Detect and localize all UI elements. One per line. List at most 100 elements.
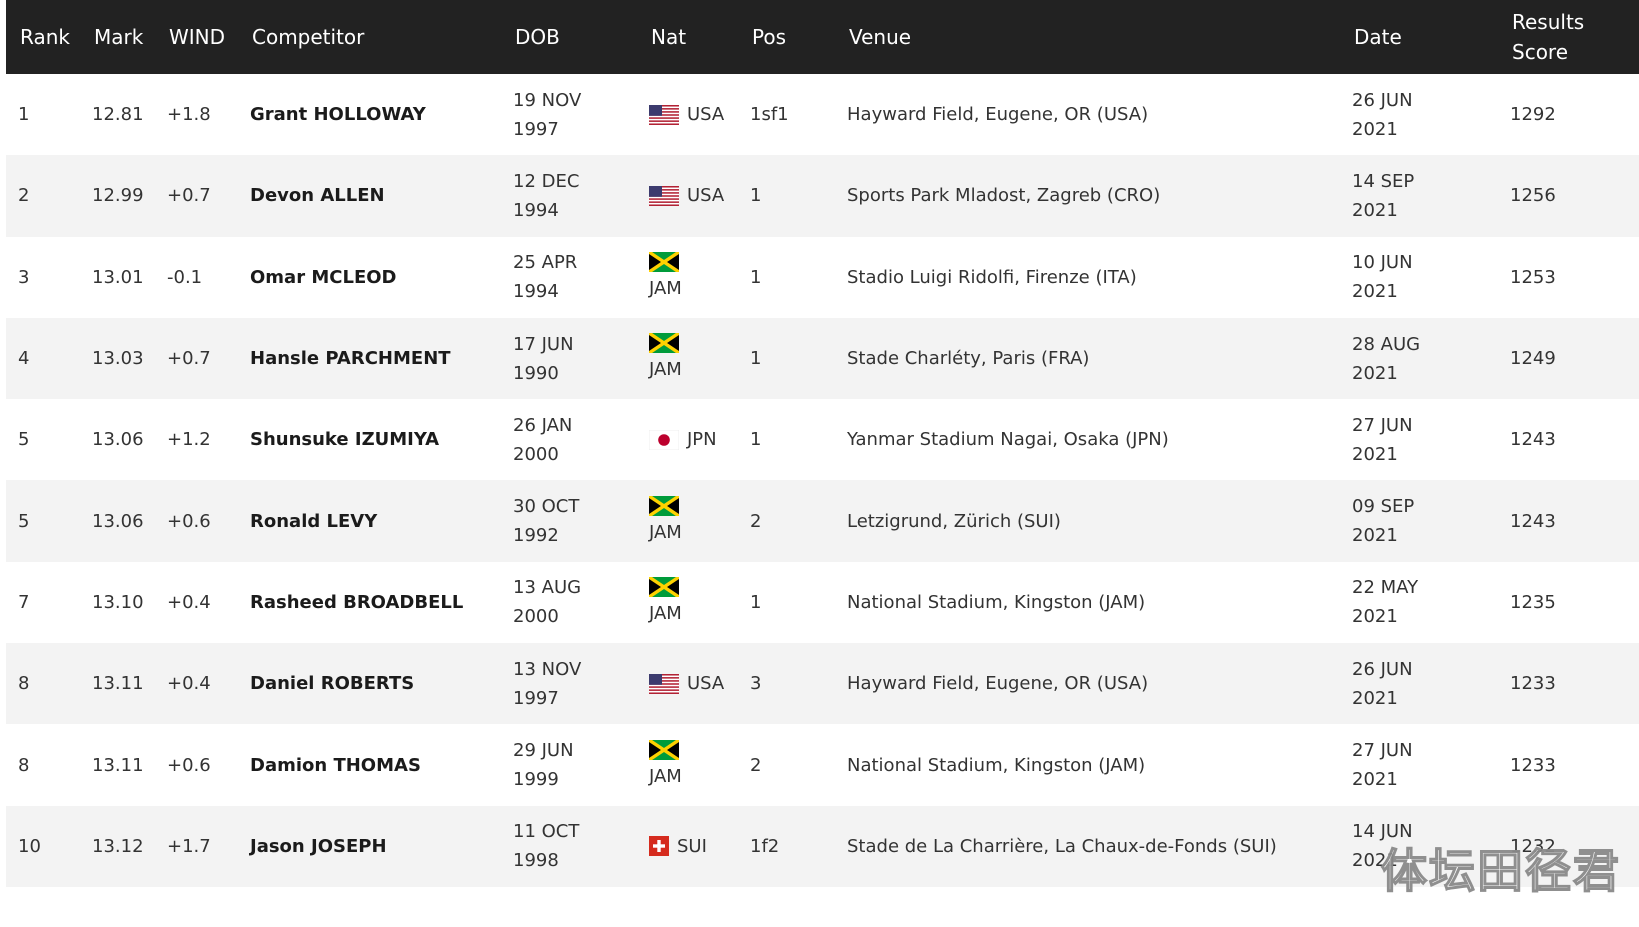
rank-cell: 10 <box>18 835 41 857</box>
pos-cell: 1 <box>750 591 762 613</box>
pos-cell: 1 <box>750 185 762 207</box>
date-year: 2021 <box>1352 443 1398 465</box>
mark-cell: 13.06 <box>92 429 144 451</box>
venue-cell: Hayward Field, Eugene, OR (USA) <box>847 673 1149 695</box>
mark-cell: 13.11 <box>92 754 144 776</box>
pos-cell: 2 <box>750 510 762 532</box>
rank-cell: 8 <box>18 673 30 695</box>
table-row[interactable]: 7 13.10 +0.4 Rasheed BROADBELL 13 AUG 2000 JAM… <box>6 561 1639 644</box>
usa-flag-icon <box>649 185 679 206</box>
date-day-month: 26 JUN <box>1352 658 1413 680</box>
date-year: 2021 <box>1352 362 1398 384</box>
table-row[interactable]: 2 12.99 +0.7 Devon ALLEN 12 DEC 1994 USA 1 Sport… <box>6 155 1639 237</box>
header-score-line1: Results <box>1512 10 1585 34</box>
venue-cell: National Stadium, Kingston (JAM) <box>847 591 1146 613</box>
nat-code: USA <box>687 104 725 126</box>
competitor-link[interactable]: Daniel ROBERTS <box>238 643 501 724</box>
dob-year: 1992 <box>513 525 559 547</box>
header-nat[interactable]: Nat <box>637 0 738 74</box>
pos-cell: 1f2 <box>750 835 780 857</box>
table-row[interactable]: 8 13.11 +0.6 Damion THOMAS 29 JUN 1999 JAM 2 Nat… <box>6 724 1639 806</box>
mark-cell: 13.03 <box>92 348 144 370</box>
table-row[interactable]: 10 13.12 +1.7 Jason JOSEPH 11 OCT 1998 SUI 1f2 S… <box>6 805 1639 887</box>
pos-cell: 2 <box>750 754 762 776</box>
table-row[interactable]: 4 13.03 +0.7 Hansle PARCHMENT 17 JUN 1990 JAM 1… <box>6 317 1639 400</box>
dob-day-month: 13 AUG <box>513 577 582 599</box>
table-row[interactable]: 8 13.11 +0.4 Daniel ROBERTS 13 NOV 1997 USA 3 Ha… <box>6 643 1639 725</box>
date-year: 2021 <box>1352 687 1398 709</box>
dob-cell: 26 JAN 2000 <box>501 399 637 480</box>
score-cell: 1249 <box>1510 348 1556 370</box>
date-year: 2021 <box>1352 525 1398 547</box>
header-competitor[interactable]: Competitor <box>238 0 501 74</box>
mark-cell: 12.99 <box>92 185 144 207</box>
dob-day-month: 30 OCT <box>513 496 580 518</box>
date-cell: 10 JUN 2021 <box>1340 237 1476 318</box>
jamaica-flag-icon <box>649 251 679 272</box>
header-mark[interactable]: Mark <box>80 0 155 74</box>
competitor-link[interactable]: Omar MCLEOD <box>238 237 501 318</box>
mark-cell: 13.12 <box>92 835 144 857</box>
nat-cell: USA <box>637 74 738 155</box>
nat-cell: JAM <box>637 318 738 399</box>
score-cell: 1233 <box>1510 673 1556 695</box>
header-results-score[interactable]: Results Score <box>1476 0 1639 74</box>
pos-cell: 1 <box>750 429 762 451</box>
jamaica-flag-icon <box>649 333 679 354</box>
header-pos[interactable]: Pos <box>738 0 835 74</box>
pos-cell: 1 <box>750 348 762 370</box>
nat-cell: JAM <box>637 480 738 561</box>
venue-cell: Sports Park Mladost, Zagreb (CRO) <box>847 185 1161 207</box>
competitor-link[interactable]: Shunsuke IZUMIYA <box>238 399 501 480</box>
table-row[interactable]: 5 13.06 +1.2 Shunsuke IZUMIYA 26 JAN 2000 JPN 1… <box>6 399 1639 481</box>
jamaica-flag-icon <box>649 739 679 760</box>
mark-cell: 12.81 <box>92 104 144 126</box>
dob-cell: 12 DEC 1994 <box>501 155 637 236</box>
dob-year: 1994 <box>513 281 559 303</box>
competitor-link[interactable]: Devon ALLEN <box>238 155 501 236</box>
date-year: 2021 <box>1352 769 1398 791</box>
nat-code: JAM <box>649 521 682 543</box>
header-rank[interactable]: Rank <box>6 0 80 74</box>
date-year: 2021 <box>1352 199 1398 221</box>
table-row[interactable]: 5 13.06 +0.6 Ronald LEVY 30 OCT 1992 JAM 2 Letzi… <box>6 480 1639 562</box>
venue-cell: Hayward Field, Eugene, OR (USA) <box>847 104 1149 126</box>
competitor-link[interactable]: Ronald LEVY <box>238 480 501 561</box>
usa-flag-icon <box>649 104 679 125</box>
header-score-line2: Score <box>1512 40 1569 64</box>
nat-cell: JAM <box>637 237 738 318</box>
mark-cell: 13.11 <box>92 673 144 695</box>
date-day-month: 26 JUN <box>1352 89 1413 111</box>
dob-year: 1998 <box>513 850 559 872</box>
competitor-link[interactable]: Hansle PARCHMENT <box>238 318 501 399</box>
competitor-link[interactable]: Grant HOLLOWAY <box>238 74 501 155</box>
usa-flag-icon <box>649 673 679 694</box>
rank-cell: 3 <box>18 266 30 288</box>
table-row[interactable]: 3 13.01 -0.1 Omar MCLEOD 25 APR 1994 JAM 1 Stadi… <box>6 236 1639 318</box>
dob-cell: 13 NOV 1997 <box>501 643 637 724</box>
dob-cell: 29 JUN 1999 <box>501 724 637 805</box>
date-day-month: 27 JUN <box>1352 414 1413 436</box>
date-day-month: 22 MAY <box>1352 577 1419 599</box>
dob-year: 1999 <box>513 769 559 791</box>
dob-cell: 11 OCT 1998 <box>501 806 637 887</box>
dob-year: 1997 <box>513 687 559 709</box>
date-cell: 14 JUN 2021 <box>1340 806 1476 887</box>
nat-code: USA <box>687 673 725 695</box>
competitor-link[interactable]: Damion THOMAS <box>238 724 501 805</box>
header-wind[interactable]: WIND <box>155 0 238 74</box>
score-cell: 1232 <box>1510 835 1556 857</box>
competitor-link[interactable]: Rasheed BROADBELL <box>238 562 501 643</box>
header-dob[interactable]: DOB <box>501 0 637 74</box>
date-year: 2021 <box>1352 281 1398 303</box>
date-day-month: 14 JUN <box>1352 821 1413 843</box>
header-date[interactable]: Date <box>1340 0 1476 74</box>
nat-code: USA <box>687 185 725 207</box>
competitor-link[interactable]: Jason JOSEPH <box>238 806 501 887</box>
table-row[interactable]: 1 12.81 +1.8 Grant HOLLOWAY 19 NOV 1997 USA 1sf… <box>6 74 1639 156</box>
mark-cell: 13.06 <box>92 510 144 532</box>
dob-day-month: 25 APR <box>513 252 578 274</box>
header-venue[interactable]: Venue <box>835 0 1340 74</box>
score-cell: 1253 <box>1510 266 1556 288</box>
dob-day-month: 26 JAN <box>513 414 573 436</box>
